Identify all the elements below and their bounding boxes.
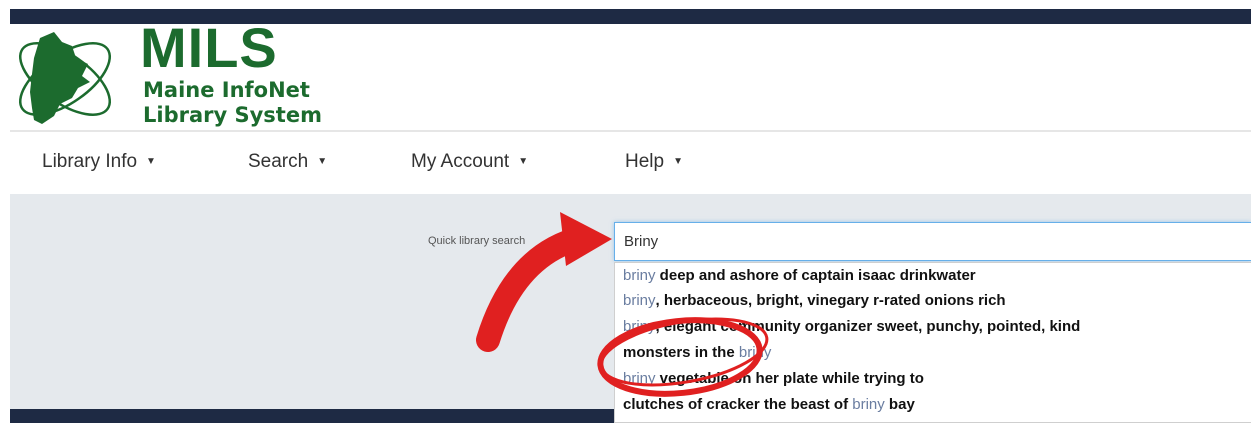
nav-help-menu[interactable]: Help ▼ [625, 151, 683, 173]
match-highlight: briny [623, 267, 656, 284]
autocomplete-suggestion[interactable]: briny, elegant community organizer sweet… [623, 318, 1080, 335]
autocomplete-suggestion[interactable]: clutches of cracker the beast of briny b… [623, 396, 915, 413]
autocomplete-dropdown: briny deep and ashore of captain isaac d… [614, 262, 1251, 423]
caret-down-icon: ▼ [518, 156, 529, 167]
nav-label: Library Info [42, 151, 138, 172]
site-logo-text[interactable]: MILS Maine InfoNet Library System [140, 20, 360, 130]
nav-label: Help [625, 151, 665, 172]
match-highlight: briny [852, 396, 885, 413]
nav-label: Search [248, 151, 309, 172]
quick-search-label: Quick library search [428, 235, 526, 247]
logo-title: MILS [140, 16, 278, 79]
caret-down-icon: ▼ [317, 156, 328, 167]
quick-search-input[interactable] [614, 222, 1251, 261]
match-highlight: briny [623, 370, 656, 387]
autocomplete-suggestion[interactable]: monsters in the briny [623, 344, 771, 361]
autocomplete-suggestion[interactable]: briny, herbaceous, bright, vinegary r-ra… [623, 292, 1006, 309]
autocomplete-suggestion[interactable]: briny deep and ashore of captain isaac d… [623, 267, 976, 284]
logo-subtitle-line-1: Maine InfoNet [143, 78, 310, 102]
match-highlight: briny [623, 318, 656, 335]
maine-map-logo-icon[interactable] [10, 24, 135, 130]
main-nav: Library Info ▼ Search ▼ My Account ▼ Help ▼ [10, 132, 1251, 194]
caret-down-icon: ▼ [673, 156, 683, 167]
logo-subtitle-line-2: Library System [143, 103, 322, 127]
autocomplete-suggestion[interactable]: briny vegetable on her plate while tryin… [623, 370, 924, 387]
nav-my-account-menu[interactable]: My Account ▼ [411, 151, 528, 173]
nav-label: My Account [411, 151, 510, 172]
match-highlight: briny [623, 292, 656, 309]
site-header: MILS Maine InfoNet Library System [10, 20, 1251, 130]
caret-down-icon: ▼ [146, 156, 156, 167]
match-highlight: briny [738, 344, 772, 361]
nav-library-info-menu[interactable]: Library Info ▼ [42, 151, 156, 173]
nav-search-menu[interactable]: Search ▼ [248, 151, 327, 173]
